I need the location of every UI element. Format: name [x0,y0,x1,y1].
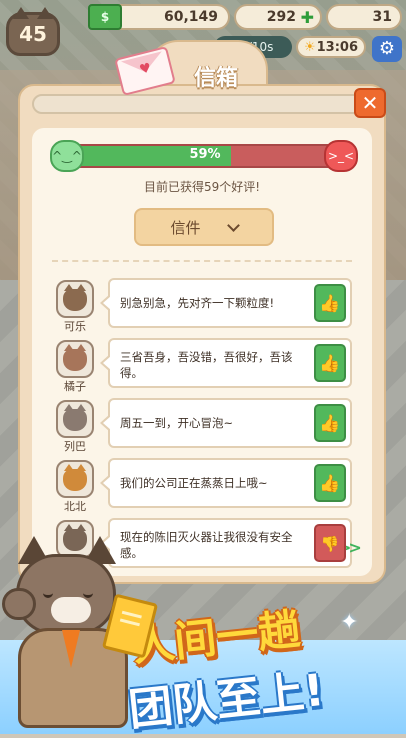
sparkle-icon: ✦ [340,610,359,635]
gold-value: 31 [372,9,392,25]
gem-counter[interactable]: 292 ✚ [234,4,322,30]
review-bubble: 现在的陈旧灭火器让我很没有安全感。 >> 👎 [100,518,362,568]
angry-cat-icon: >_< [324,140,358,172]
review-row: 可乐 别急别急，先对齐一下颗粒度! 👍 [56,278,352,333]
close-icon: ✕ [361,91,379,115]
cash-icon: $ [88,4,122,30]
review-bubble: 别急别急，先对齐一下颗粒度! 👍 [100,278,352,328]
mail-filter-dropdown[interactable]: 信件 [134,208,274,246]
gold-counter[interactable]: 31 [326,4,402,30]
player-level: 45 [19,22,47,46]
gem-value: 292 [266,9,296,25]
dropdown-label: 信件 [170,218,201,237]
employee-name: 可乐 [64,320,86,333]
review-text: 现在的陈旧灭火器让我很没有安全感。 [120,530,293,560]
employee-name: 北北 [64,500,86,513]
mailbox-title: 信箱 [193,66,238,91]
rating-progress-bar: 59% [56,144,354,168]
employee-avatar [56,400,94,438]
thumbs-down-icon[interactable]: 👎 [314,524,346,562]
close-button[interactable]: ✕ [354,88,386,118]
plus-icon[interactable]: ✚ [301,8,314,27]
review-text: 我们的公司正在蒸蒸日上哦~ [120,476,268,490]
review-row: 北北 我们的公司正在蒸蒸日上哦~ 👍 [56,458,352,513]
panel-header-bar [32,94,372,114]
employee-avatar [56,340,94,378]
review-row: 橘子 三省吾身，吾没错，吾很好，吾该得。 👍 [56,338,352,393]
gear-icon: ⚙ [378,38,396,59]
clock-text: 13:06 [316,39,358,55]
cash-counter[interactable]: $ 60,149 [88,4,230,30]
cat-mascot-illustration [2,528,159,728]
section-divider [52,260,352,262]
employee-avatar [56,280,94,318]
good-review-summary: 目前已获得59个好评! [143,180,261,194]
cash-value: 60,149 [163,9,218,25]
employee-avatar [56,460,94,498]
settings-button[interactable]: ⚙ [372,36,402,62]
employee-name: 橘子 [64,380,86,393]
thumbs-up-icon[interactable]: 👍 [314,464,346,502]
review-text: 别急别急，先对齐一下颗粒度! [120,296,275,310]
review-text: 三省吾身，吾没错，吾很好，吾该得。 [120,350,293,380]
review-row: 列巴 周五一到，开心冒泡~ 👍 [56,398,352,453]
thumbs-up-icon[interactable]: 👍 [314,404,346,442]
happy-cat-icon: ^‿^ [50,140,84,172]
game-clock: ☀ 13:06 [296,36,366,58]
rating-progress-label: 59% [189,147,221,162]
review-bubble: 周五一到，开心冒泡~ 👍 [100,398,352,448]
thumbs-up-icon[interactable]: 👍 [314,284,346,322]
sun-icon: ☀ [304,40,316,55]
thumbs-up-icon[interactable]: 👍 [314,344,346,382]
review-text: 周五一到，开心冒泡~ [120,416,234,430]
review-bubble: 我们的公司正在蒸蒸日上哦~ 👍 [100,458,352,508]
review-bubble: 三省吾身，吾没错，吾很好，吾该得。 👍 [100,338,352,388]
employee-name: 列巴 [64,440,86,453]
player-level-badge[interactable]: 45 [6,7,60,56]
chevron-down-icon [226,218,240,232]
